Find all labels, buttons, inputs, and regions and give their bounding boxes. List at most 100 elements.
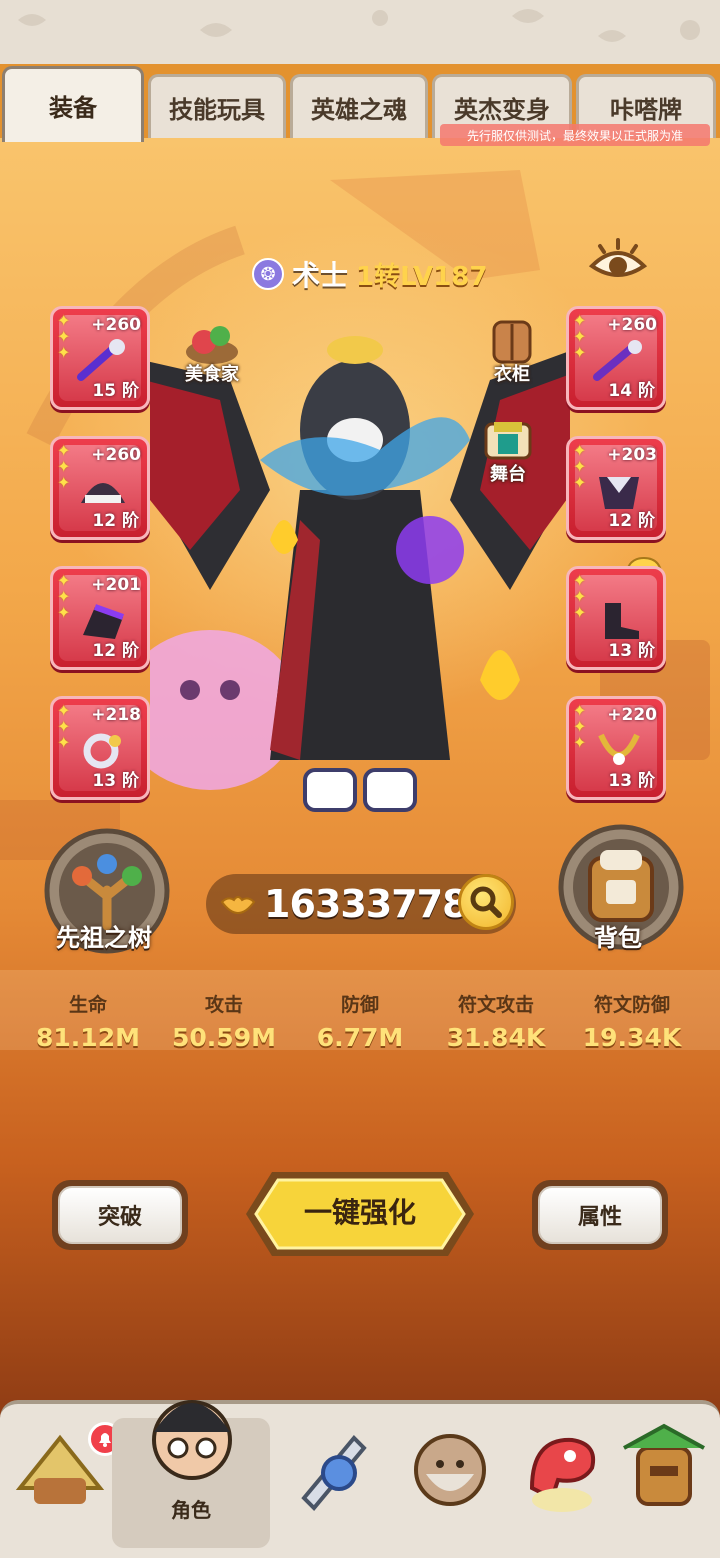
helmet-icon [81, 483, 125, 503]
stat-defense-value: 6.77M [316, 1023, 404, 1052]
one-click-enhance-label: 一键强化 [303, 1196, 416, 1229]
stat-rune-attack: 符文攻击 31.84K [428, 990, 564, 1060]
stat-rune-defense: 符文防御 19.34K [564, 990, 700, 1060]
armor-icon [599, 477, 639, 509]
slot-tier: 13 阶 [608, 641, 655, 661]
slot-bonus: +220 [607, 705, 657, 725]
stat-rune-defense-value: 19.34K [582, 1023, 682, 1052]
nav-character-label: 角色 [171, 1498, 211, 1522]
nav-character[interactable]: 角色 [112, 1400, 270, 1548]
rank-stars: ✦ ✦ ✦ [573, 571, 587, 622]
equipment-slot-gloves[interactable]: ✦ ✦ ✦ +201 12 阶 [50, 566, 150, 670]
slot-tier: 12 阶 [92, 641, 139, 661]
stage-icon [484, 422, 532, 460]
eye-icon[interactable] [588, 236, 648, 286]
top-pattern [18, 9, 700, 42]
necklace-icon [598, 733, 640, 765]
slot-bonus: +260 [91, 445, 141, 465]
swirl-icon: ❂ [252, 258, 284, 290]
foodie-label: 美食家 [185, 364, 239, 385]
totem-icon [623, 1423, 705, 1506]
app-root: 装备 技能玩具 英雄之魂 英杰变身 咔嗒牌 先行服仅供测试，最终效果以正式服为准… [0, 0, 720, 1558]
rank-stars: ✦ ✦ ✦ [57, 311, 71, 362]
gold-ingot-icon [220, 896, 256, 914]
dragon-icon [529, 1437, 595, 1512]
foodie-deco[interactable]: 美食家 [184, 318, 240, 386]
hero-level: 1转LV187 [356, 261, 488, 292]
hero-class-name: 术士 [292, 259, 349, 292]
sword-icon [301, 1435, 367, 1511]
slot-tier: 13 阶 [608, 771, 655, 791]
equipment-slot-ring[interactable]: ✦ ✦ ✦ +218 13 阶 [50, 696, 150, 800]
tab-hero-soul[interactable]: 英雄之魂 [290, 74, 428, 138]
rank-stars: ✦ ✦ ✦ [573, 311, 587, 362]
top-background [0, 0, 720, 64]
equipment-slot-helmet[interactable]: ✦ ✦ ✦ +260 12 阶 [50, 436, 150, 540]
test-server-note: 先行服仅供测试，最终效果以正式服为准 [440, 124, 710, 146]
wand-icon [593, 340, 642, 381]
slot-tier: 12 阶 [92, 511, 139, 531]
equipment-slot-necklace[interactable]: ✦ ✦ ✦ +220 13 阶 [566, 696, 666, 800]
tab-hero-soul-label: 英雄之魂 [311, 96, 407, 124]
stat-attack-label: 攻击 [204, 994, 243, 1016]
stat-attack-value: 50.59M [172, 1023, 276, 1052]
backpack-label: 背包 [594, 924, 642, 952]
stat-hp-value: 81.12M [36, 1023, 140, 1052]
slot-bonus: +201 [91, 575, 141, 595]
stats-row: 生命 81.12M 攻击 50.59M 防御 6.77M 符文攻击 31.84K… [20, 990, 700, 1060]
breakthrough-label: 突破 [58, 1186, 182, 1244]
search-icon [470, 886, 502, 918]
slot-bonus: +260 [91, 315, 141, 335]
slot-bonus: +218 [91, 705, 141, 725]
character-icon [152, 1400, 232, 1480]
nav-home[interactable] [10, 1418, 122, 1548]
stage-deco[interactable]: 舞台 [480, 418, 536, 486]
slot-bonus: +260 [607, 315, 657, 335]
nav-elder[interactable] [400, 1418, 500, 1548]
slot-tier: 14 阶 [608, 381, 655, 401]
stat-hp-label: 生命 [68, 994, 107, 1016]
rank-stars: ✦ ✦ ✦ [57, 701, 71, 752]
slot-tier: 13 阶 [92, 771, 139, 791]
tab-equipment[interactable]: 装备 [2, 66, 144, 142]
slot-tier: 12 阶 [608, 511, 655, 531]
slot-bonus: +203 [607, 445, 657, 465]
rank-stars: ✦ ✦ ✦ [573, 701, 587, 752]
stat-rune-attack-value: 31.84K [446, 1023, 546, 1052]
equipment-slot-boots[interactable]: ✦ ✦ ✦ 13 阶 [566, 566, 666, 670]
stat-attack: 攻击 50.59M [156, 990, 292, 1060]
rank-stars: ✦ ✦ ✦ [57, 441, 71, 492]
equipment-slot-weapon[interactable]: ✦ ✦ ✦ +260 15 阶 [50, 306, 150, 410]
boot-icon [605, 603, 639, 639]
tab-click-cards-label: 咔嗒牌 [610, 96, 682, 124]
nav-totem[interactable] [614, 1418, 714, 1548]
gold-search-button[interactable] [458, 874, 514, 930]
hero-class-line: ❂ 术士 1转LV187 [252, 254, 488, 294]
attributes-button[interactable]: 属性 [532, 1180, 668, 1250]
stat-rune-attack-label: 符文攻击 [457, 994, 534, 1016]
attributes-label: 属性 [538, 1186, 662, 1244]
elder-icon [414, 1434, 486, 1506]
equipment-slot-offhand[interactable]: ✦ ✦ ✦ +260 14 阶 [566, 306, 666, 410]
tab-equipment-label: 装备 [49, 94, 97, 122]
ring-icon [83, 733, 121, 769]
nav-pet[interactable] [512, 1418, 612, 1548]
bottom-nav: 角色 [0, 1400, 720, 1558]
ancestor-tree-label: 先祖之树 [56, 924, 152, 952]
tab-skill-toys-label: 技能玩具 [169, 96, 265, 124]
stat-defense: 防御 6.77M [292, 990, 428, 1060]
equipment-slot-armor[interactable]: ✦ ✦ ✦ +203 12 阶 [566, 436, 666, 540]
food-icon [186, 326, 238, 364]
tab-bar: 装备 技能玩具 英雄之魂 英杰变身 咔嗒牌 先行服仅供测试，最终效果以正式服为准 [0, 62, 720, 146]
stat-defense-label: 防御 [340, 994, 379, 1016]
nav-weapons[interactable] [284, 1418, 384, 1548]
glove-icon [83, 604, 125, 639]
tab-skill-toys[interactable]: 技能玩具 [148, 74, 286, 138]
staff-icon [77, 339, 125, 381]
wardrobe-deco[interactable]: 衣柜 [484, 318, 540, 386]
stage-label: 舞台 [490, 464, 526, 485]
wardrobe-icon [492, 320, 532, 364]
stat-rune-defense-label: 符文防御 [593, 994, 670, 1016]
stat-hp: 生命 81.12M [20, 990, 156, 1060]
breakthrough-button[interactable]: 突破 [52, 1180, 188, 1250]
